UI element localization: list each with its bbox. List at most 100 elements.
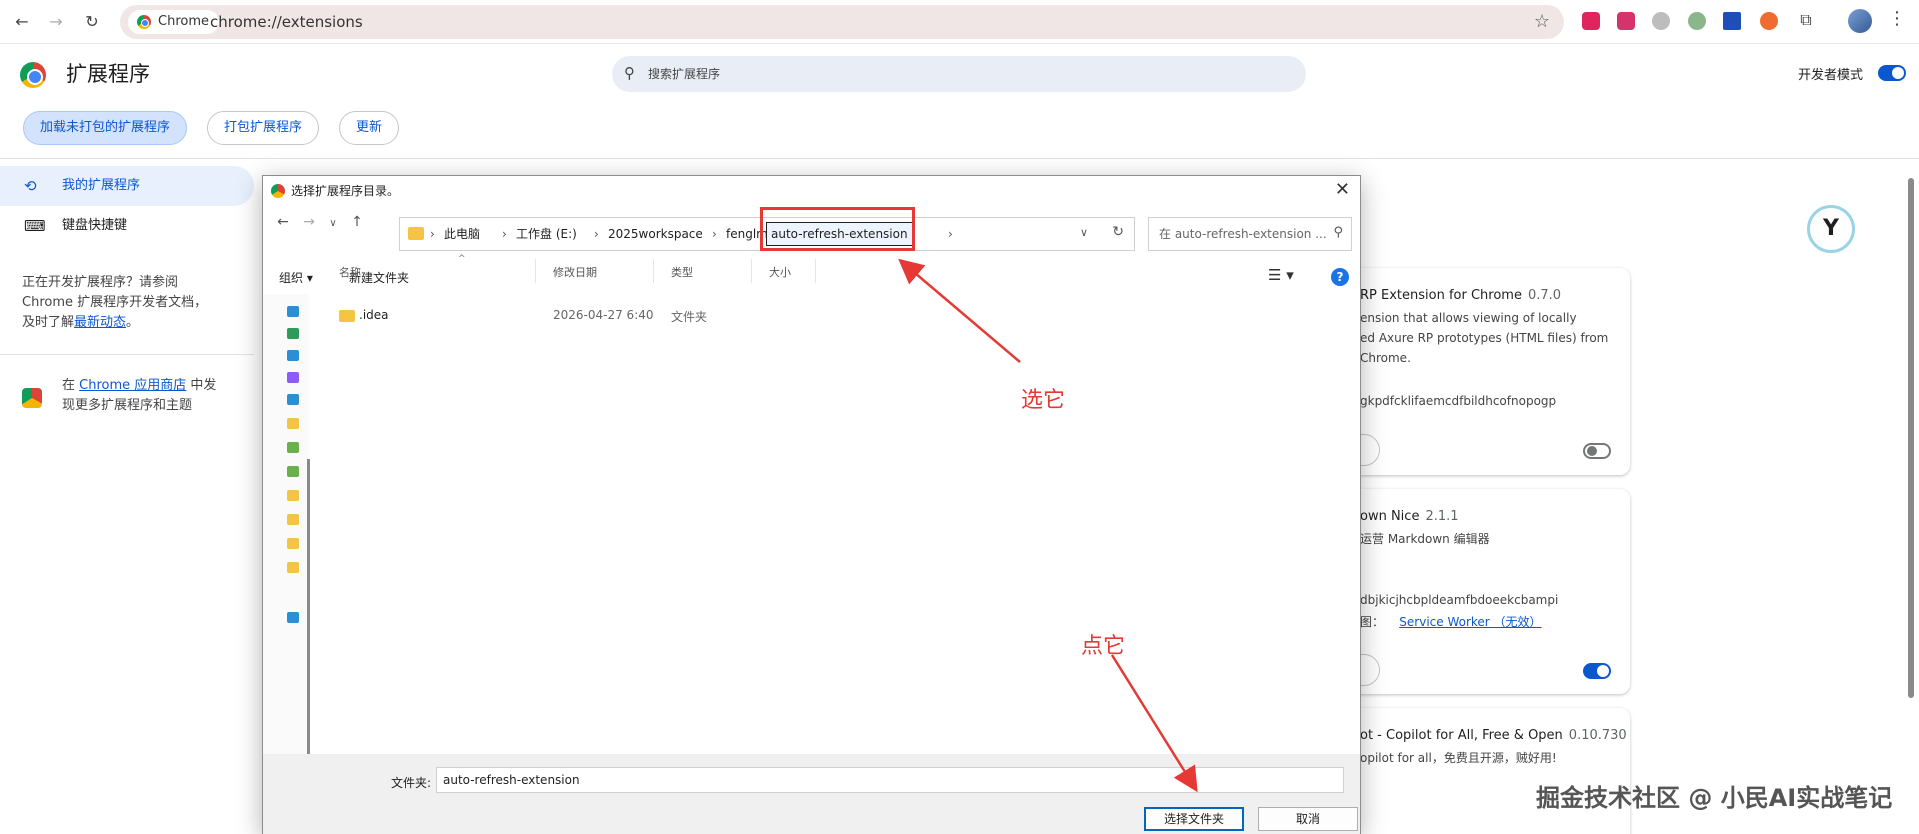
close-icon[interactable]: ✕ [1335, 179, 1350, 200]
search-icon: ⚲ [624, 64, 635, 82]
refresh-icon[interactable]: ↻ [1112, 224, 1124, 240]
column-divider[interactable] [535, 259, 536, 283]
folder-search-input[interactable]: 在 auto-refresh-extension ... ⚲ [1148, 217, 1352, 251]
back-icon[interactable]: ← [10, 10, 34, 34]
extension-name: RP Extension for Chrome 0.7.0 [1360, 288, 1561, 303]
extension-id: gkpdfcklifaemcdfbildhcofnopogp [1360, 394, 1557, 408]
extension-icon-6[interactable] [1760, 12, 1778, 30]
description-line: ension that allows viewing of locally [1360, 311, 1577, 325]
organize-menu[interactable]: 组织 ▾ [279, 269, 313, 286]
breadcrumb-this-pc[interactable]: 此电脑 [444, 218, 480, 250]
extension-icon-3[interactable] [1652, 12, 1670, 30]
webstore-line: 在 Chrome 应用商店 中发 [62, 376, 216, 396]
latest-news-link[interactable]: 最新动态 [74, 315, 126, 330]
folder-icon[interactable] [287, 514, 299, 525]
profile-avatar[interactable] [1848, 9, 1872, 33]
sidebar-item-my-extensions[interactable]: ⟲ 我的扩展程序 [0, 166, 254, 206]
folder-icon[interactable] [287, 466, 299, 477]
file-type: 文件夹 [671, 310, 708, 324]
column-header-size[interactable]: 大小 [769, 264, 791, 280]
folder-name-input[interactable]: auto-refresh-extension [436, 767, 1344, 793]
breadcrumb-drive[interactable]: 工作盘 (E:) [516, 218, 577, 250]
extension-icon-1[interactable] [1582, 12, 1600, 30]
folder-icon[interactable] [287, 442, 299, 453]
extension-icon-2[interactable] [1617, 12, 1635, 30]
this-pc-icon[interactable] [287, 612, 299, 623]
annotation-highlight-box [760, 207, 915, 251]
extension-name: own Nice 2.1.1 [1360, 509, 1459, 524]
forward-icon[interactable]: → [44, 10, 68, 34]
extension-version: 0.7.0 [1527, 288, 1562, 303]
extensions-puzzle-icon[interactable]: ⧉ [1794, 8, 1818, 32]
extension-name: ot - Copilot for All, Free & Open 0.10.73… [1360, 728, 1627, 743]
webstore-icon [22, 388, 42, 408]
service-worker-link[interactable]: Service Worker （无效） [1399, 615, 1541, 629]
chrome-icon [271, 184, 285, 198]
folder-icon[interactable] [287, 538, 299, 549]
search-icon: ⚲ [1333, 225, 1343, 240]
recent-locations-icon[interactable]: ∨ [323, 218, 343, 229]
folder-icon[interactable] [287, 490, 299, 501]
folder-search-placeholder: 在 auto-refresh-extension ... [1159, 227, 1327, 241]
column-divider[interactable] [815, 259, 816, 283]
file-list: .idea 2026-04-27 6:40 文件夹 [323, 294, 1360, 754]
keyboard-icon: ⌨ [24, 217, 46, 235]
address-bar[interactable]: Chrome chrome://extensions ☆ [120, 5, 1564, 39]
forward-icon[interactable]: → [299, 214, 319, 230]
folder-icon[interactable] [287, 418, 299, 429]
inspect-views-label: 图： [1360, 615, 1385, 629]
up-folder-icon[interactable]: ↑ [347, 214, 367, 230]
page-scrollbar-thumb[interactable] [1908, 178, 1914, 698]
webstore-mid: 中发 [190, 378, 217, 393]
pack-extension-button[interactable]: 打包扩展程序 [207, 111, 320, 145]
extension-toggle[interactable] [1583, 663, 1611, 679]
menu-kebab-icon[interactable]: ⋮ [1888, 8, 1906, 29]
nav-pane-scrollbar[interactable] [307, 459, 310, 789]
folder-field-label: 文件夹: [391, 776, 432, 790]
column-header-name[interactable]: 名称 [339, 264, 361, 280]
cancel-button[interactable]: 取消 [1258, 807, 1358, 831]
column-divider[interactable] [653, 259, 654, 283]
search-input[interactable]: ⚲ 搜索扩展程序 [612, 56, 1306, 92]
page-title: 扩展程序 [66, 62, 150, 86]
site-chip-label: Chrome [158, 14, 209, 29]
bookmark-star-icon[interactable]: ☆ [1534, 11, 1550, 32]
downloads-icon[interactable] [287, 328, 299, 339]
extension-icon-4[interactable] [1688, 12, 1706, 30]
extension-icon-5[interactable] [1723, 12, 1741, 30]
dev-mode-toggle[interactable] [1878, 65, 1906, 81]
folder-icon[interactable] [287, 562, 299, 573]
documents-icon[interactable] [287, 350, 299, 361]
extension-logo-icon[interactable]: Y [1807, 205, 1855, 253]
help-icon[interactable]: ? [1331, 268, 1349, 286]
chevron-down-icon[interactable]: ∨ [1080, 226, 1088, 239]
folder-icon [339, 310, 355, 322]
load-unpacked-button[interactable]: 加载未打包的扩展程序 [23, 111, 188, 145]
extension-toggle[interactable] [1583, 443, 1611, 459]
webstore-link[interactable]: Chrome 应用商店 [79, 378, 186, 393]
update-button[interactable]: 更新 [339, 111, 400, 145]
sidebar-item-shortcuts[interactable]: ⌨ 键盘快捷键 [0, 206, 254, 246]
sort-ascending-icon: ^ [458, 254, 466, 264]
back-icon[interactable]: ← [273, 214, 293, 230]
desktop-icon[interactable] [287, 306, 299, 317]
site-chip[interactable]: Chrome [128, 10, 219, 34]
file-row[interactable]: .idea 2026-04-27 6:40 文件夹 [323, 306, 1360, 328]
header-divider [0, 158, 1919, 159]
videos-icon[interactable] [287, 372, 299, 383]
extension-id: dbjkicjhcbpldeamfbdoeekcbampi [1360, 593, 1559, 607]
chevron-right-icon: › [948, 227, 953, 241]
reload-icon[interactable]: ↻ [80, 10, 104, 34]
breadcrumb-workspace[interactable]: 2025workspace [608, 218, 703, 250]
chevron-right-icon: › [430, 227, 435, 241]
dialog-toolbar: 组织 ▾ 新建文件夹 ☰ ▾ ? [263, 262, 1360, 292]
description-line: ed Axure RP prototypes (HTML files) from [1360, 331, 1609, 345]
column-header-type[interactable]: 类型 [671, 264, 693, 280]
view-options-icon[interactable]: ☰ ▾ [1268, 266, 1294, 284]
dev-docs-prefix: 及时了解 [22, 315, 75, 330]
pictures-icon[interactable] [287, 394, 299, 405]
select-folder-button[interactable]: 选择文件夹 [1144, 807, 1244, 831]
column-header-modified[interactable]: 修改日期 [553, 264, 597, 280]
column-divider[interactable] [751, 259, 752, 283]
chevron-right-icon: › [712, 227, 717, 241]
